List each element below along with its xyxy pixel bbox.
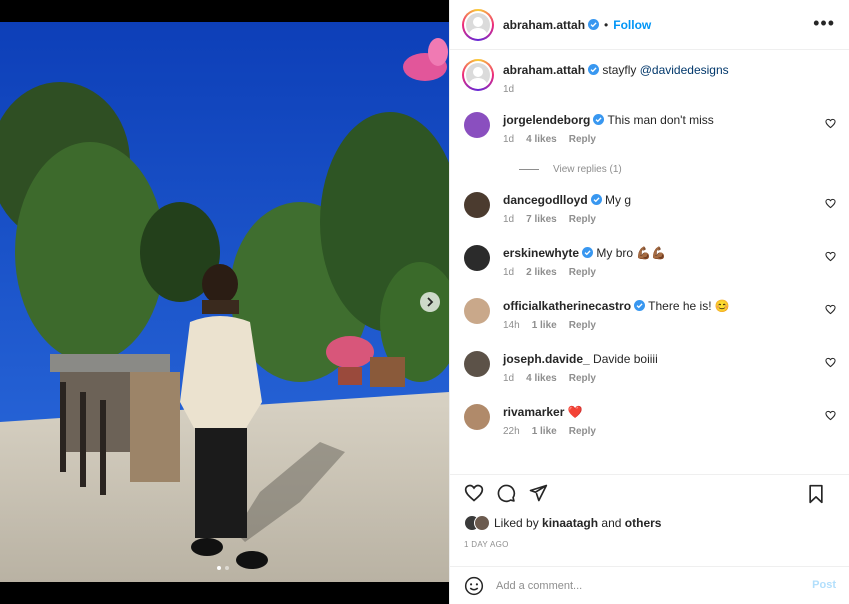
comment-time: 1d: [503, 134, 515, 145]
comment-time: 1d: [503, 373, 515, 384]
carousel-dot: [217, 566, 221, 570]
more-horizontal-icon[interactable]: •••: [813, 14, 835, 32]
view-replies-button[interactable]: View replies (1): [519, 164, 838, 175]
bookmark-icon[interactable]: [806, 484, 826, 504]
comment-time: 1d: [503, 267, 515, 278]
liked-by[interactable]: Liked by kinaatagh and others: [464, 515, 661, 531]
commenter-username[interactable]: joseph.davide_: [503, 352, 590, 366]
verified-badge-icon: [593, 114, 605, 125]
comment-text: My g: [605, 193, 632, 207]
verified-badge-icon: [588, 19, 600, 30]
reply-button[interactable]: Reply: [569, 373, 596, 384]
caption-mention-link[interactable]: @davidedesigns: [640, 63, 729, 77]
comment-text: My bro 💪🏾💪🏾: [596, 246, 667, 260]
comment-text: Davide boiiii: [593, 352, 658, 366]
comment-icon[interactable]: [496, 483, 516, 503]
caption-avatar[interactable]: [462, 59, 494, 91]
heart-icon[interactable]: [825, 198, 836, 209]
add-comment-bar: Post: [450, 566, 849, 604]
comment-item: joseph.davide_ Davide boiiii 1d 4 likes Re…: [462, 351, 838, 387]
liked-by-avatars: [464, 515, 494, 531]
post-caption: abraham.attah stayfly @davidedesigns 1d: [462, 51, 838, 98]
heart-icon[interactable]: [825, 357, 836, 368]
verified-badge-icon: [588, 64, 600, 75]
chevron-right-icon: [426, 297, 434, 307]
comment-likes[interactable]: 1 like: [532, 320, 557, 331]
comment-time: 22h: [503, 426, 520, 437]
post-header: abraham.attah • Follow •••: [450, 0, 849, 50]
reply-button[interactable]: Reply: [569, 320, 596, 331]
post-comment-button[interactable]: Post: [812, 579, 836, 591]
comment-likes[interactable]: 2 likes: [526, 267, 557, 278]
action-bar: [450, 474, 849, 510]
comment-text: This man don't miss: [607, 113, 714, 127]
author-avatar[interactable]: [462, 8, 494, 41]
emoji-icon[interactable]: [464, 576, 484, 596]
heart-icon[interactable]: [825, 251, 836, 262]
liked-by-user[interactable]: kinaatagh: [542, 516, 598, 530]
next-image-button[interactable]: [420, 292, 440, 312]
commenter-username[interactable]: dancegodlloyd: [503, 193, 588, 207]
commenter-avatar[interactable]: [464, 351, 490, 377]
follow-button[interactable]: Follow: [613, 18, 651, 32]
liked-by-others[interactable]: others: [625, 516, 662, 530]
comment-item: dancegodlloyd My g 1d 7 likes Reply: [462, 192, 838, 228]
comment-likes[interactable]: 7 likes: [526, 214, 557, 225]
caption-text: stayfly: [602, 63, 637, 77]
verified-badge-icon: [590, 194, 602, 205]
caption-time: 1d: [503, 84, 515, 95]
reply-button[interactable]: Reply: [569, 426, 596, 437]
comment-likes[interactable]: 4 likes: [526, 134, 557, 145]
commenter-avatar[interactable]: [464, 192, 490, 218]
like-heart-icon[interactable]: [464, 483, 484, 503]
commenter-username[interactable]: officialkatherinecastro: [503, 299, 631, 313]
commenter-username[interactable]: jorgelendeborg: [503, 113, 590, 127]
commenter-avatar[interactable]: [464, 245, 490, 271]
comment-likes[interactable]: 4 likes: [526, 373, 557, 384]
comment-time: 14h: [503, 320, 520, 331]
commenter-username[interactable]: rivamarker: [503, 405, 564, 419]
carousel-dot: [225, 566, 229, 570]
post-photo[interactable]: [0, 0, 449, 604]
comment-item: jorgelendeborg This man don't miss 1d 4 l…: [462, 112, 838, 148]
reply-button[interactable]: Reply: [569, 134, 596, 145]
comment-item: rivamarker ❤️ 22h 1 like Reply: [462, 404, 838, 440]
commenter-username[interactable]: erskinewhyte: [503, 246, 579, 260]
carousel-indicator: [217, 566, 229, 570]
comment-item: erskinewhyte My bro 💪🏾💪🏾 1d 2 likes Reply: [462, 245, 838, 281]
comments-list[interactable]: abraham.attah stayfly @davidedesigns 1d …: [450, 51, 849, 467]
commenter-avatar[interactable]: [464, 298, 490, 324]
comment-likes[interactable]: 1 like: [532, 426, 557, 437]
comment-time: 1d: [503, 214, 515, 225]
view-replies-label: View replies (1): [553, 164, 622, 175]
author-username[interactable]: abraham.attah: [503, 18, 585, 32]
liked-by-mid: and: [601, 516, 622, 530]
verified-badge-icon: [634, 300, 646, 311]
liked-by-prefix: Liked by: [494, 516, 539, 530]
post-viewer: abraham.attah • Follow ••• abraham.attah…: [0, 0, 849, 604]
share-icon[interactable]: [528, 483, 548, 503]
post-sidebar: abraham.attah • Follow ••• abraham.attah…: [449, 0, 849, 604]
photo-scene: [0, 22, 449, 582]
commenter-avatar[interactable]: [464, 404, 490, 430]
liker-avatar: [474, 515, 490, 531]
verified-badge-icon: [582, 247, 594, 258]
comment-text: ❤️: [567, 405, 583, 419]
commenter-avatar[interactable]: [464, 112, 490, 138]
replies-divider: [519, 169, 539, 170]
comment-item: officialkatherinecastro There he is! 😊 1…: [462, 298, 838, 334]
caption-username[interactable]: abraham.attah: [503, 63, 585, 77]
comment-text: There he is! 😊: [648, 299, 730, 313]
comment-input[interactable]: [496, 579, 786, 592]
reply-button[interactable]: Reply: [569, 214, 596, 225]
reply-button[interactable]: Reply: [569, 267, 596, 278]
post-date: 1 DAY AGO: [464, 540, 509, 549]
heart-icon[interactable]: [825, 304, 836, 315]
heart-icon[interactable]: [825, 118, 836, 129]
header-separator: •: [604, 17, 609, 32]
heart-icon[interactable]: [825, 410, 836, 421]
